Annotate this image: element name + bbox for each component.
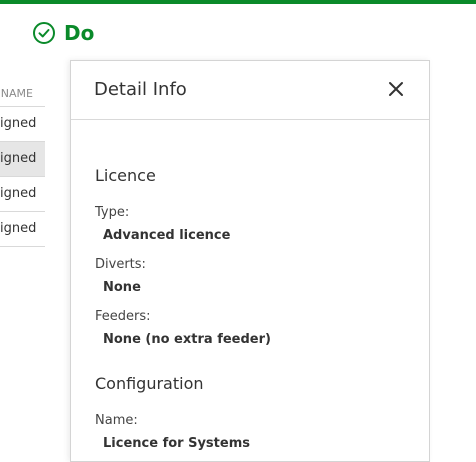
- page-title: Do: [64, 21, 95, 45]
- top-accent-bar: [0, 0, 476, 4]
- table-row[interactable]: igned: [0, 177, 45, 212]
- page-header: Do: [32, 20, 94, 46]
- type-label: Type:: [95, 205, 130, 220]
- section-title-licence: Licence: [95, 166, 156, 185]
- detail-panel-header: Detail Info: [71, 61, 429, 120]
- diverts-label: Diverts:: [95, 257, 146, 272]
- feeders-label: Feeders:: [95, 309, 151, 324]
- feeders-value: None (no extra feeder): [103, 332, 271, 347]
- detail-panel-title: Detail Info: [94, 79, 187, 100]
- section-title-configuration: Configuration: [95, 374, 204, 393]
- check-circle-icon: [33, 22, 55, 44]
- diverts-value: None: [103, 280, 141, 295]
- table-row-selected[interactable]: igned: [0, 142, 45, 177]
- name-value: Licence for Systems: [103, 436, 250, 451]
- detail-panel: Detail Info Licence Type: Advanced licen…: [70, 60, 430, 462]
- name-label: Name:: [95, 413, 138, 428]
- background-table: NAME igned igned igned igned: [0, 82, 45, 247]
- type-value: Advanced licence: [103, 228, 231, 243]
- table-row[interactable]: igned: [0, 212, 45, 247]
- column-header-name[interactable]: NAME: [0, 82, 45, 107]
- table-row[interactable]: igned: [0, 107, 45, 142]
- close-icon[interactable]: [385, 78, 407, 100]
